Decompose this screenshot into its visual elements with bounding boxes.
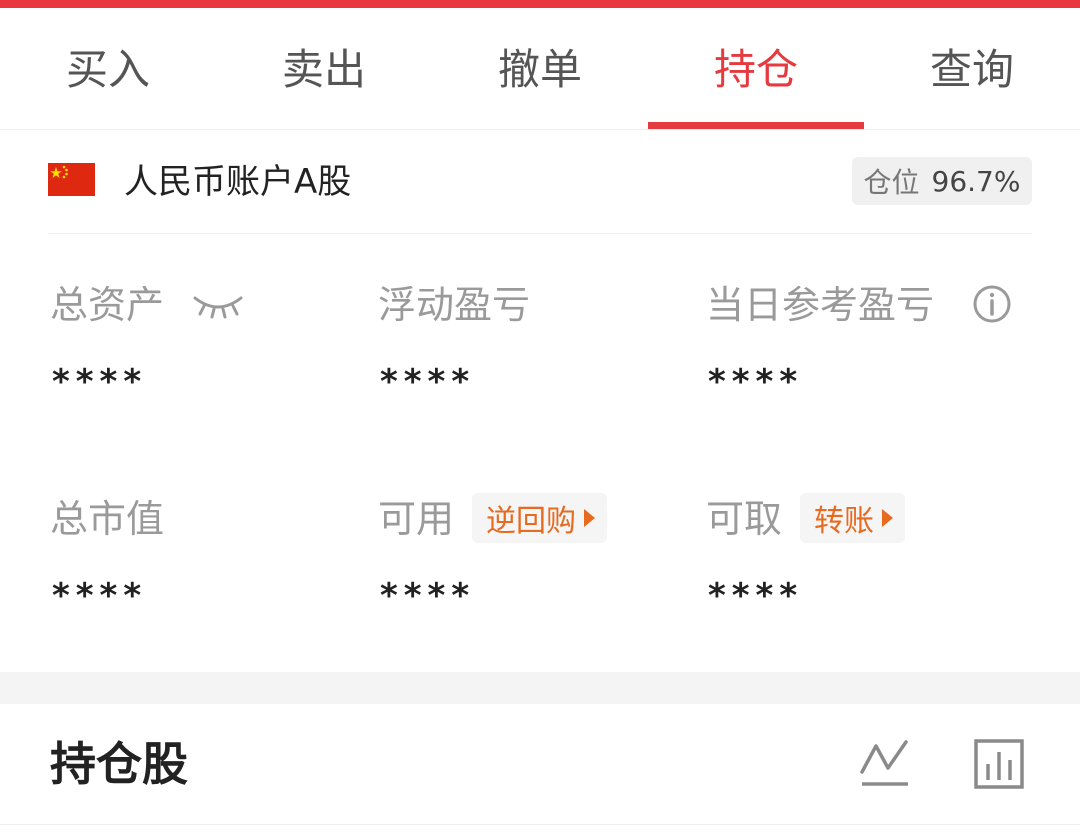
triangle-right-icon [584, 509, 595, 527]
tab-query[interactable]: 查询 [864, 8, 1080, 129]
withdrawable-label: 可取 [706, 497, 783, 541]
bottom-divider [0, 824, 1080, 825]
floating-pl-value: **** [380, 362, 476, 402]
market-value-value: **** [52, 576, 148, 616]
available-value: **** [380, 576, 476, 616]
position-label: 仓位 [863, 166, 920, 199]
market-value-label: 总市值 [50, 497, 165, 541]
daily-pl-label: 当日参考盈亏 [706, 283, 935, 327]
eye-closed-icon[interactable] [192, 290, 244, 320]
account-name: 人民币账户A股 [124, 162, 352, 202]
reverse-repo-button[interactable]: 逆回购 [472, 493, 607, 543]
section-divider [0, 672, 1080, 704]
bar-chart-icon[interactable] [972, 738, 1026, 790]
trade-tabs: 买入 卖出 撤单 持仓 查询 [0, 8, 1080, 130]
daily-pl-value: **** [708, 362, 804, 402]
account-row[interactable]: 人民币账户A股 仓位 96.7% [48, 130, 1032, 234]
active-tab-indicator [648, 122, 864, 129]
tab-cancel[interactable]: 撤单 [432, 8, 648, 129]
total-assets-label: 总资产 [50, 283, 165, 327]
position-value: 96.7% [931, 164, 1021, 198]
top-accent-bar [0, 0, 1080, 8]
floating-pl-label: 浮动盈亏 [378, 283, 531, 327]
available-label: 可用 [378, 497, 455, 541]
transfer-button[interactable]: 转账 [800, 493, 905, 543]
china-flag-icon [48, 163, 95, 196]
triangle-right-icon [882, 509, 893, 527]
tab-buy[interactable]: 买入 [0, 8, 216, 129]
holdings-section-title: 持仓股 [50, 737, 188, 791]
transfer-label: 转账 [814, 504, 874, 539]
reverse-repo-label: 逆回购 [486, 504, 576, 539]
tab-sell[interactable]: 卖出 [216, 8, 432, 129]
info-icon[interactable] [972, 284, 1012, 324]
withdrawable-value: **** [708, 576, 804, 616]
tab-holdings[interactable]: 持仓 [648, 8, 864, 129]
line-chart-icon[interactable] [858, 738, 912, 790]
total-assets-value: **** [52, 362, 148, 402]
position-ratio-badge: 仓位 96.7% [852, 157, 1032, 205]
